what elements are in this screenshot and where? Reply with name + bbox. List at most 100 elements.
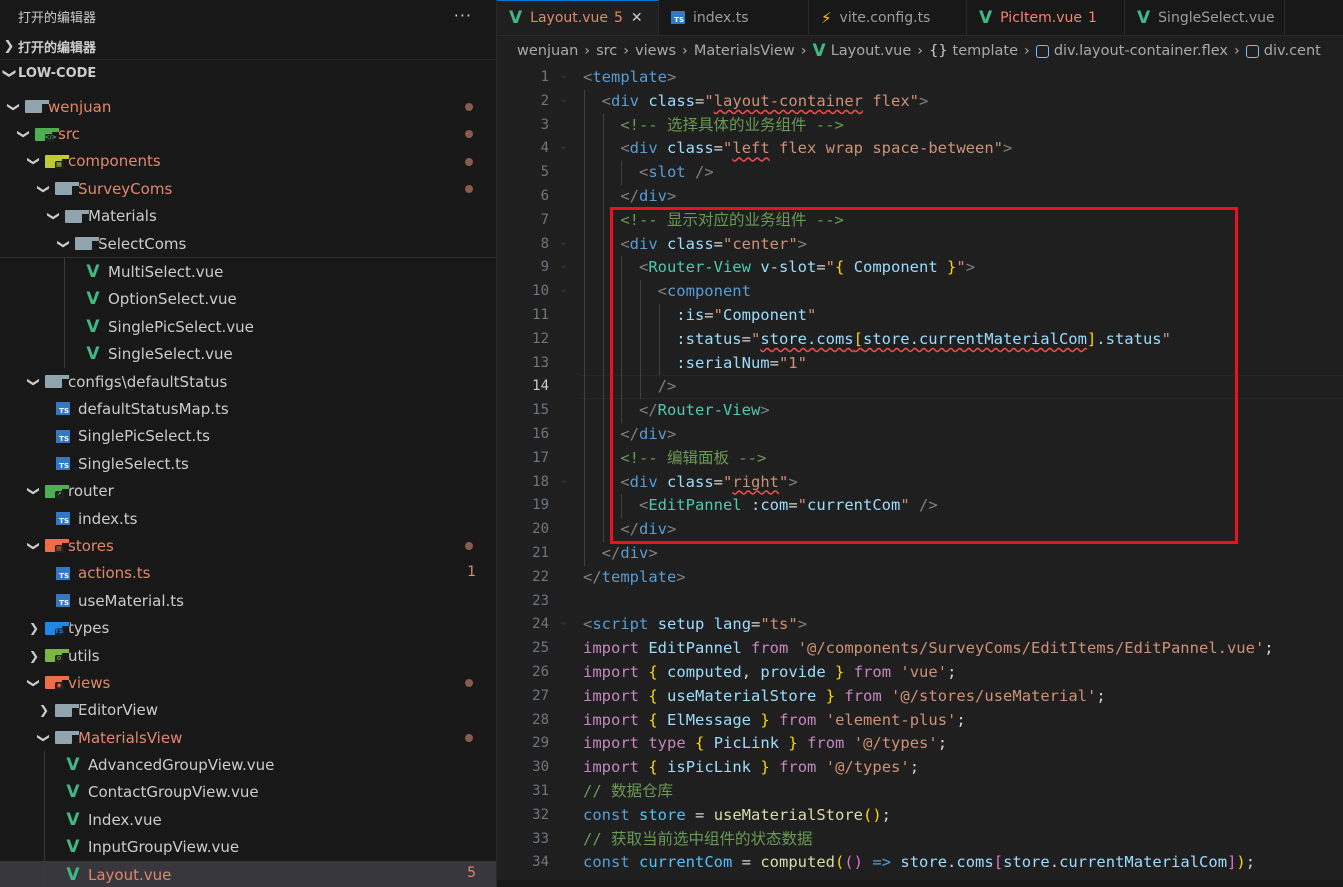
code-line[interactable]: 8 ⌄ <div class="center"> <box>497 232 1343 257</box>
code-line[interactable]: 3 <!-- 选择具体的业务组件 --> <box>497 113 1343 138</box>
fold-chevron-icon[interactable]: ⌄ <box>559 615 568 628</box>
chevron-down-icon[interactable]: ❯ <box>17 126 31 142</box>
code-line[interactable]: 20 </div> <box>497 518 1343 542</box>
breadcrumb-item[interactable]: MaterialsView <box>694 43 795 59</box>
code-line[interactable]: 30 import { isPicLink } from '@/types'; <box>497 756 1343 780</box>
tree-file-defaultstatusmap-ts[interactable]: ❯TSdefaultStatusMap.ts <box>0 395 496 422</box>
code-line[interactable]: 23 <box>497 590 1343 614</box>
code-line[interactable]: 15 </Router-View> <box>497 399 1343 423</box>
code-line[interactable]: 6 </div> <box>497 185 1343 209</box>
code-line[interactable]: 24 ⌄ <script setup lang="ts"> <box>497 613 1343 637</box>
workspace-section[interactable]: ❯ LOW-CODE <box>0 60 496 86</box>
tree-file-inputgroupview-vue[interactable]: ❯VInputGroupView.vue <box>0 833 496 861</box>
chevron-down-icon[interactable]: ❯ <box>27 675 41 691</box>
tree-file-multiselect-vue[interactable]: ❯VMultiSelect.vue <box>0 258 496 286</box>
code-line[interactable]: 7 <!-- 显示对应的业务组件 --> <box>497 208 1343 233</box>
chevron-down-icon[interactable]: ❯ <box>27 374 41 390</box>
code-line[interactable]: 27 import { useMaterialStore } from '@/st… <box>497 685 1343 709</box>
breadcrumb-item[interactable]: {} template <box>929 43 1018 59</box>
tree-folder-selectcoms[interactable]: ❯ SelectComs <box>0 230 496 259</box>
close-icon[interactable]: ✕ <box>631 10 643 26</box>
code-line[interactable]: 22 </template> <box>497 566 1343 590</box>
tree-folder-views[interactable]: ❯ ◉ views <box>0 669 496 696</box>
tree-file-singleselect-vue[interactable]: ❯VSingleSelect.vue <box>0 340 496 368</box>
code-line[interactable]: 32 const store = useMaterialStore(); <box>497 804 1343 828</box>
tree-folder-materialsview[interactable]: ❯ MaterialsView <box>0 724 496 751</box>
tree-file-index-ts[interactable]: ❯TSindex.ts <box>0 505 496 532</box>
more-actions-icon[interactable]: ··· <box>454 6 472 25</box>
tree-file-index-vue[interactable]: ❯VIndex.vue <box>0 806 496 834</box>
open-editors-section[interactable]: ❯ 打开的编辑器 <box>0 33 496 60</box>
code-line[interactable]: 1 ⌄ <template> <box>497 66 1343 90</box>
chevron-down-icon[interactable]: ❯ <box>37 730 51 746</box>
tree-folder-wenjuan[interactable]: ❯ wenjuan <box>0 93 496 120</box>
code-line[interactable]: 5 <slot /> <box>497 161 1343 185</box>
code-line[interactable]: 26 import { computed, provide } from 'vue… <box>497 661 1343 685</box>
tree-file-optionselect-vue[interactable]: ❯VOptionSelect.vue <box>0 285 496 314</box>
chevron-down-icon[interactable]: ❯ <box>7 99 21 115</box>
fold-chevron-icon[interactable]: ⌄ <box>559 92 568 105</box>
tree-file-singlepicselect-vue[interactable]: ❯VSinglePicSelect.vue <box>0 313 496 341</box>
code-editor[interactable]: 1 ⌄ <template> 2 ⌄ <div class="layout-contain… <box>497 66 1343 887</box>
tree-file-contactgroupview-vue[interactable]: ❯VContactGroupView.vue <box>0 778 496 807</box>
chevron-down-icon[interactable]: ❯ <box>27 483 41 499</box>
code-line[interactable]: 31 // 数据仓库 <box>497 780 1343 804</box>
chevron-down-icon[interactable]: ❯ <box>27 153 41 169</box>
code-line[interactable]: 18 ⌄ <div class="right"> <box>497 470 1343 495</box>
tree-folder-utils[interactable]: ❯ ⚙ utils <box>0 642 496 669</box>
code-line[interactable]: 14 /> <box>497 375 1343 400</box>
code-line[interactable]: 10 ⌄ <component <box>497 280 1343 304</box>
tree-folder-stores[interactable]: ❯ ▤ stores <box>0 532 496 559</box>
fold-chevron-icon[interactable]: ⌄ <box>559 68 568 81</box>
tab-picitem-vue[interactable]: V PicItem.vue 1 <box>967 0 1125 35</box>
tree-file-singlepicselect-ts[interactable]: ❯TSSinglePicSelect.ts <box>0 423 496 450</box>
tab-singleselect-vue[interactable]: V SingleSelect.vue <box>1125 0 1285 35</box>
tree-folder-src[interactable]: ❯ </> src <box>0 120 496 147</box>
breadcrumb-item[interactable]: views <box>635 43 676 59</box>
breadcrumb-item[interactable]: div.cent <box>1245 43 1321 59</box>
code-line[interactable]: 25 import EditPannel from '@/components/S… <box>497 637 1343 661</box>
tree-file-actions-ts[interactable]: ❯TSactions.ts1 <box>0 560 496 587</box>
tree-folder-components[interactable]: ❯ ▦ components <box>0 148 496 175</box>
fold-chevron-icon[interactable]: ⌄ <box>559 282 568 295</box>
tree-file-singleselect-ts[interactable]: ❯TSSingleSelect.ts <box>0 450 496 477</box>
code-line[interactable]: 34 const currentCom = computed(() => stor… <box>497 851 1343 875</box>
code-line[interactable]: 28 import { ElMessage } from 'element-plu… <box>497 709 1343 733</box>
code-line[interactable]: 21 </div> <box>497 542 1343 566</box>
tree-file-layout-vue[interactable]: ❯VLayout.vue5 <box>0 860 496 887</box>
code-line[interactable]: 17 <!-- 编辑面板 --> <box>497 446 1343 471</box>
chevron-down-icon[interactable]: ❯ <box>47 208 61 224</box>
chevron-right-icon[interactable]: ❯ <box>26 621 42 635</box>
code-line[interactable]: 16 </div> <box>497 423 1343 447</box>
fold-chevron-icon[interactable]: ⌄ <box>559 473 568 486</box>
tab-layout-vue[interactable]: V Layout.vue 5 ✕ <box>497 0 659 35</box>
chevron-down-icon[interactable]: ❯ <box>27 538 41 554</box>
tree-folder-router[interactable]: ❯ ↗ router <box>0 477 496 504</box>
tree-file-usematerial-ts[interactable]: ❯TSuseMaterial.ts <box>0 587 496 614</box>
tab-vite-config-ts[interactable]: ⚡ vite.config.ts <box>809 0 967 35</box>
breadcrumb-item[interactable]: V Layout.vue <box>813 43 912 60</box>
chevron-down-icon[interactable]: ❯ <box>57 236 71 252</box>
code-line[interactable]: 19 <EditPannel :com="currentCom" /> <box>497 494 1343 519</box>
code-line[interactable]: 13:serialNum="1" <box>497 351 1343 376</box>
fold-chevron-icon[interactable]: ⌄ <box>559 139 568 152</box>
code-line[interactable]: 2 ⌄ <div class="layout-container flex"> <box>497 89 1343 114</box>
tree-file-advancedgroupview-vue[interactable]: ❯VAdvancedGroupView.vue <box>0 751 496 779</box>
fold-chevron-icon[interactable]: ⌄ <box>559 235 568 248</box>
tree-folder-configs-defaultstatus[interactable]: ❯ configs\defaultStatus <box>0 368 496 395</box>
code-line[interactable]: 9 ⌄ <Router-View v-slot="{ Component }"> <box>497 256 1343 281</box>
code-line[interactable]: 11:is="Component" <box>497 304 1343 328</box>
tree-folder-editorview[interactable]: ❯ EditorView <box>0 697 496 724</box>
tree-folder-types[interactable]: ❯ TS types <box>0 614 496 641</box>
tab-index-ts[interactable]: TS index.ts <box>659 0 809 35</box>
breadcrumb-item[interactable]: src <box>596 43 617 59</box>
tree-folder-materials[interactable]: ❯ Materials <box>0 203 496 230</box>
code-line[interactable]: 4 ⌄ <div class="left flex wrap space-betwe… <box>497 137 1343 162</box>
tree-folder-surveycoms[interactable]: ❯ SurveyComs <box>0 175 496 202</box>
code-line[interactable]: 12:status="store.coms[store.currentMater… <box>497 327 1343 352</box>
code-line[interactable]: 33 // 获取当前选中组件的状态数据 <box>497 828 1343 852</box>
chevron-right-icon[interactable]: ❯ <box>36 703 52 717</box>
breadcrumb-item[interactable]: wenjuan <box>517 43 578 59</box>
fold-chevron-icon[interactable]: ⌄ <box>559 258 568 271</box>
code-line[interactable]: 29 import type { PicLink } from '@/types'… <box>497 732 1343 756</box>
